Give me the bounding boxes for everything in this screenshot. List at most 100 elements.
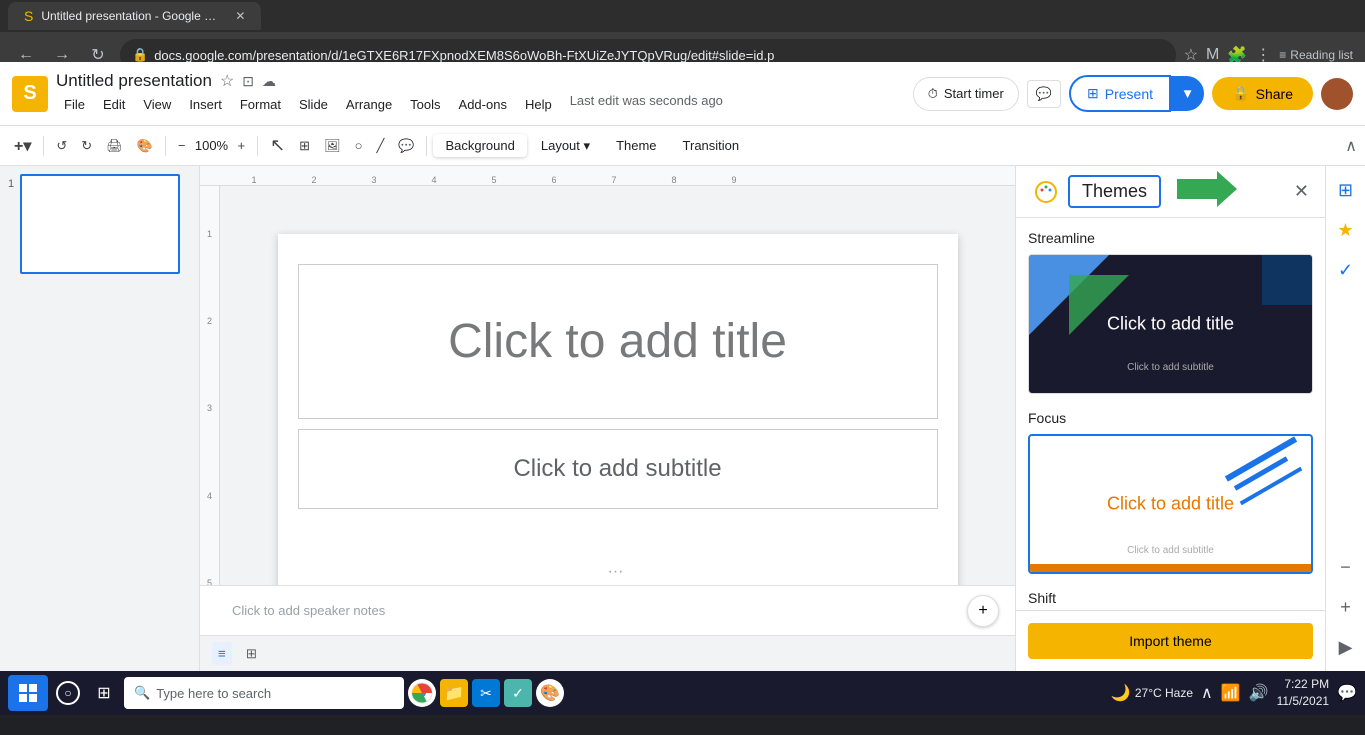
menu-view[interactable]: View [135, 93, 179, 116]
slide-view-button[interactable]: ≡ [212, 642, 232, 665]
menu-insert[interactable]: Insert [181, 93, 230, 116]
image-tool[interactable]: 🖼 [318, 132, 347, 160]
streamline-title: Streamline [1028, 230, 1313, 246]
zoom-out-button[interactable]: − [172, 132, 192, 160]
taskbar-snip-icon[interactable]: ✂ [472, 679, 500, 707]
theme-button[interactable]: Theme [604, 134, 668, 157]
browser-tabs: S Untitled presentation - Google Slides … [0, 0, 1365, 32]
reading-list[interactable]: ≡ Reading list [1279, 48, 1353, 62]
transition-button[interactable]: Transition [671, 134, 752, 157]
undo-button[interactable]: ↺ [50, 132, 73, 160]
menu-file[interactable]: File [56, 93, 93, 116]
grid-view-button[interactable]: ⊞ [240, 642, 263, 666]
right-sidebar-add-icon[interactable]: + [1330, 591, 1362, 623]
divider-1 [43, 136, 44, 156]
shape-tool[interactable]: ○ [349, 132, 369, 160]
volume-icon[interactable]: 🔊 [1249, 683, 1269, 703]
tray-up-icon[interactable]: ∧ [1201, 683, 1213, 703]
streamline-section: Streamline Click to add title Click to a… [1028, 230, 1313, 394]
paint-icon: 🎨 [540, 683, 560, 703]
close-themes-button[interactable]: ✕ [1294, 181, 1309, 202]
ruler-left-2: 2 [207, 316, 212, 326]
present-group: ⊞ Present ▼ [1069, 75, 1204, 112]
time-display[interactable]: 7:22 PM 11/5/2021 [1277, 676, 1330, 710]
slide-subtitle-box[interactable]: Click to add subtitle [298, 429, 938, 509]
add-slide-button[interactable]: + [967, 595, 999, 627]
notification-icon[interactable]: 💬 [1337, 683, 1357, 703]
presentation-title[interactable]: Untitled presentation [56, 71, 212, 91]
folder-icon[interactable]: ⊡ [242, 73, 254, 90]
focus-bottom-bar [1030, 564, 1311, 572]
themes-content-scroll[interactable]: Streamline Click to add title Click to a… [1016, 218, 1325, 610]
menu-arrange[interactable]: Arrange [338, 93, 400, 116]
ruler-left: 1 2 3 4 5 [200, 186, 220, 631]
divider-3 [257, 136, 258, 156]
tab-close[interactable]: ✕ [235, 9, 245, 23]
zoom-in-button[interactable]: + [231, 132, 251, 160]
right-sidebar-slides-icon[interactable]: ⊞ [1330, 174, 1362, 206]
task-view-button[interactable]: ⊞ [88, 677, 120, 709]
themes-panel: Themes ✕ Streamline [1015, 166, 1325, 671]
menu-edit[interactable]: Edit [95, 93, 133, 116]
print-button[interactable]: 🖨 [100, 132, 129, 160]
right-sidebar-minus-icon[interactable]: − [1330, 551, 1362, 583]
top-right-actions: ⏱ Start timer 💬 ⊞ Present ▼ 🔒 Share [913, 75, 1353, 112]
star-icon[interactable]: ☆ [220, 71, 234, 91]
taskbar-search[interactable]: 🔍 Type here to search [124, 677, 404, 709]
right-sidebar-check-icon[interactable]: ✓ [1330, 254, 1362, 286]
slide-subtitle-placeholder: Click to add subtitle [513, 455, 721, 483]
menu-slide[interactable]: Slide [291, 93, 336, 116]
taskbar-paint-icon[interactable]: 🎨 [536, 679, 564, 707]
green-arrow-icon [1177, 171, 1237, 212]
redo-button[interactable]: ↻ [75, 132, 98, 160]
user-avatar[interactable] [1321, 78, 1353, 110]
shift-section: Shift [1028, 590, 1313, 610]
taskbar-todo-icon[interactable]: ✓ [504, 679, 532, 707]
taskbar-files-icon[interactable]: 📁 [440, 679, 468, 707]
streamline-card-title: Click to add title [1107, 314, 1234, 335]
add-button[interactable]: +▾ [8, 132, 37, 160]
active-tab[interactable]: S Untitled presentation - Google Slides … [8, 2, 261, 30]
taskbar-chrome-icon[interactable] [408, 679, 436, 707]
right-sidebar-expand-icon[interactable]: ▶ [1330, 631, 1362, 663]
url-text: docs.google.com/presentation/d/1eGTXE6R1… [154, 48, 774, 63]
slide-thumbnail[interactable] [20, 174, 180, 274]
streamline-card[interactable]: Click to add title Click to add subtitle [1028, 254, 1313, 394]
start-button[interactable] [8, 675, 48, 711]
ruler-mark-6: 6 [524, 175, 584, 185]
menu-help[interactable]: Help [517, 93, 560, 116]
collapse-toolbar-button[interactable]: ∧ [1345, 136, 1357, 156]
notes-area[interactable]: Click to add speaker notes [200, 585, 1015, 635]
lock-icon: 🔒 [1232, 85, 1249, 102]
cortana-button[interactable]: ○ [52, 677, 84, 709]
focus-card[interactable]: Click to add title Click to add subtitle [1028, 434, 1313, 574]
menu-tools[interactable]: Tools [402, 93, 448, 116]
menu-addons[interactable]: Add-ons [451, 93, 515, 116]
layout-button[interactable]: Layout ▾ [529, 134, 602, 158]
app-container: S Untitled presentation ☆ ⊡ ☁ File Edit … [0, 62, 1365, 671]
themes-panel-title: Themes [1082, 181, 1147, 201]
cortana-icon: ○ [56, 681, 80, 705]
line-tool[interactable]: ╱ [370, 132, 390, 160]
background-button[interactable]: Background [433, 134, 526, 157]
slide-resize-handle[interactable]: ··· [608, 563, 624, 581]
zoom-level: 100% [193, 138, 229, 153]
menu-format[interactable]: Format [232, 93, 289, 116]
start-timer-button[interactable]: ⏱ Start timer [913, 77, 1019, 111]
start-timer-label: Start timer [944, 86, 1004, 101]
import-theme-button[interactable]: Import theme [1028, 623, 1313, 659]
right-sidebar-star-icon[interactable]: ★ [1330, 214, 1362, 246]
present-dropdown-button[interactable]: ▼ [1171, 76, 1204, 111]
ruler-mark-4: 4 [404, 175, 464, 185]
paint-format-button[interactable]: 🎨 [131, 132, 159, 160]
slide-title-box[interactable]: Click to add title [298, 264, 938, 419]
speaker-notes-btn[interactable]: 💬 [1027, 80, 1061, 108]
layout-tool[interactable]: ⊞ [293, 132, 316, 160]
slide-title-placeholder: Click to add title [448, 314, 787, 369]
select-tool[interactable]: ↖ [264, 132, 291, 160]
comment-tool[interactable]: 💬 [392, 132, 420, 160]
slide-number: 1 [8, 174, 14, 274]
network-icon[interactable]: 📶 [1221, 683, 1241, 703]
share-button[interactable]: 🔒 Share [1212, 77, 1313, 110]
present-button[interactable]: ⊞ Present [1069, 75, 1171, 112]
